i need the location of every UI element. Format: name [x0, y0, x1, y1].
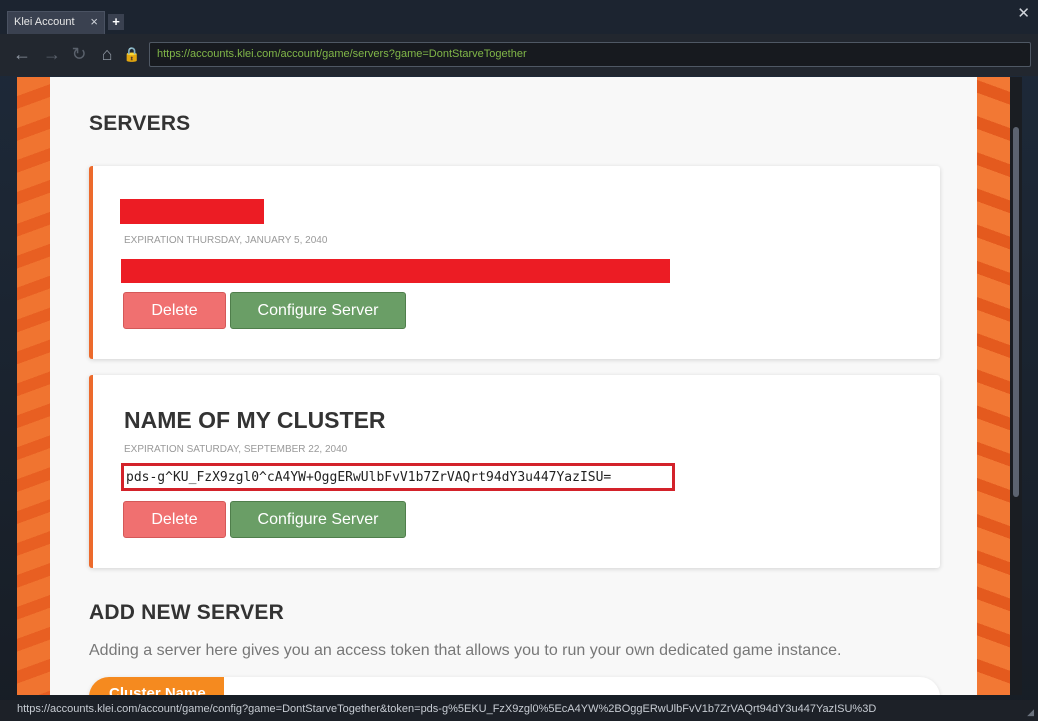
- add-server-description: Adding a server here gives you an access…: [89, 642, 842, 659]
- status-url: https://accounts.klei.com/account/game/c…: [17, 703, 877, 715]
- forward-icon[interactable]: →: [42, 44, 62, 64]
- tab-bar: Klei Account × + ✕: [0, 0, 1038, 34]
- back-icon[interactable]: ←: [12, 44, 32, 64]
- page-viewport: SERVERS EXPIRATION THURSDAY, JANUARY 5, …: [17, 77, 1010, 695]
- delete-button[interactable]: Delete: [123, 292, 226, 329]
- scrollbar-thumb[interactable]: [1013, 127, 1019, 497]
- tab-close-icon[interactable]: ×: [90, 15, 98, 29]
- resize-grip-icon[interactable]: ◢: [1027, 707, 1034, 718]
- tab-title: Klei Account: [14, 16, 75, 28]
- tab-klei-account[interactable]: Klei Account ×: [7, 11, 105, 34]
- lock-icon: 🔒: [123, 46, 141, 62]
- browser-window: Klei Account × + ✕ ← → ↻ ⌂ 🔒 https://acc…: [0, 0, 1038, 721]
- server-card: EXPIRATION THURSDAY, JANUARY 5, 2040 Del…: [89, 166, 940, 359]
- configure-server-button[interactable]: Configure Server: [230, 292, 406, 329]
- new-tab-button[interactable]: +: [108, 14, 124, 30]
- server-card: NAME OF MY CLUSTER EXPIRATION SATURDAY, …: [89, 375, 940, 568]
- reload-icon[interactable]: ↻: [69, 44, 89, 64]
- expiration-date: EXPIRATION THURSDAY, JANUARY 5, 2040: [124, 235, 328, 246]
- navigation-bar: ← → ↻ ⌂ 🔒 https://accounts.klei.com/acco…: [0, 34, 1038, 76]
- server-token[interactable]: pds-g^KU_FzX9zgl0^cA4YW+OggERwUlbFvV1b7Z…: [121, 463, 675, 491]
- cluster-name-label: Cluster Name: [89, 677, 224, 695]
- cluster-name: NAME OF MY CLUSTER: [124, 407, 386, 433]
- redacted-server-name: [120, 199, 264, 224]
- configure-server-button[interactable]: Configure Server: [230, 501, 406, 538]
- add-server-heading: ADD NEW SERVER: [89, 601, 284, 624]
- servers-heading: SERVERS: [89, 112, 191, 135]
- add-server-form: Cluster Name: [89, 677, 940, 695]
- home-icon[interactable]: ⌂: [97, 44, 117, 64]
- page-content: SERVERS EXPIRATION THURSDAY, JANUARY 5, …: [50, 77, 977, 695]
- status-bar: https://accounts.klei.com/account/game/c…: [0, 700, 1038, 721]
- url-input[interactable]: https://accounts.klei.com/account/game/s…: [149, 42, 1031, 67]
- redacted-token: [121, 259, 670, 283]
- background-art-right: [977, 77, 1010, 695]
- background-art-left: [17, 77, 50, 695]
- window-close-icon[interactable]: ✕: [1017, 4, 1030, 22]
- page-scrollbar[interactable]: [1010, 77, 1022, 695]
- expiration-date: EXPIRATION SATURDAY, SEPTEMBER 22, 2040: [124, 444, 348, 455]
- delete-button[interactable]: Delete: [123, 501, 226, 538]
